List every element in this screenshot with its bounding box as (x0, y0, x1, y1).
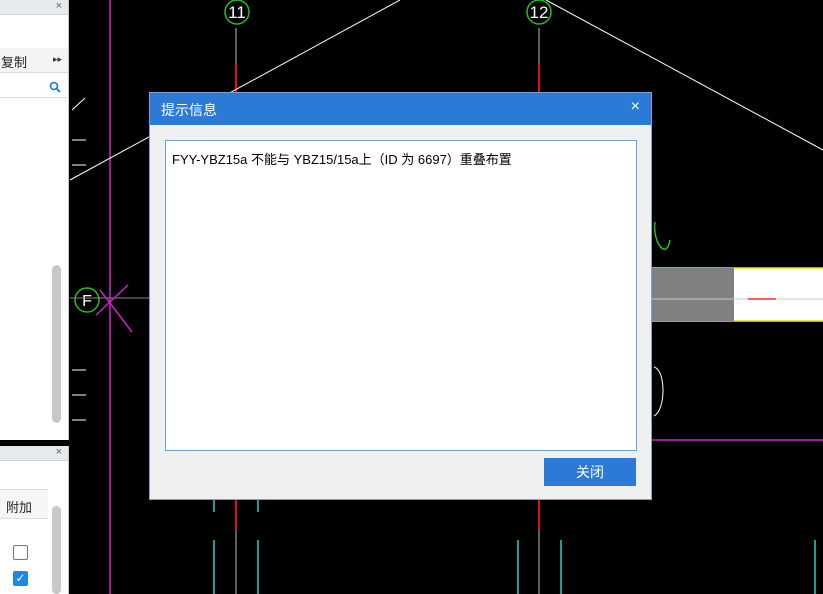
search-input[interactable] (0, 77, 67, 98)
panel-close-icon[interactable]: × (56, 0, 62, 13)
green-curve (653, 221, 671, 250)
bottom-left-panel: × 附加 ✓ (0, 446, 69, 594)
axis-label-12: 12 (530, 3, 549, 22)
wall-symbol (72, 369, 86, 421)
left-panel: × 复制 ▸▸ (0, 0, 69, 440)
left-panel-toolbar: 复制 ▸▸ (0, 48, 68, 73)
scrollbar-thumb[interactable] (52, 506, 61, 594)
search-icon[interactable] (49, 80, 61, 98)
close-icon[interactable]: × (631, 98, 640, 116)
wall-element[interactable] (651, 267, 823, 322)
column-header-attach: 附加 (0, 489, 48, 519)
bottom-panel-titlebar: × (0, 446, 68, 461)
dialog-title: 提示信息 (161, 102, 217, 118)
magenta-diagonal (95, 284, 129, 316)
message-dialog: 提示信息 × FYY-YBZ15a 不能与 YBZ15/15a上（ID 为 66… (149, 92, 652, 500)
message-textbox[interactable]: FYY-YBZ15a 不能与 YBZ15/15a上（ID 为 6697）重叠布置 (165, 140, 637, 451)
axis-bubble-11: 11 (224, 0, 250, 25)
checkbox-checked[interactable]: ✓ (13, 571, 28, 586)
scrollbar-thumb[interactable] (52, 265, 61, 423)
checkbox-unchecked[interactable] (13, 545, 28, 560)
expand-arrow-icon[interactable]: ▸▸ (53, 54, 62, 65)
message-text: FYY-YBZ15a 不能与 YBZ15/15a上（ID 为 6697）重叠布置 (172, 152, 512, 167)
wall-curve (653, 366, 664, 417)
axis-bubble-f: F (74, 287, 100, 313)
panel-close-icon[interactable]: × (56, 446, 62, 459)
dialog-titlebar[interactable]: 提示信息 × (150, 93, 651, 125)
axis-label-f: F (82, 293, 92, 310)
wall-symbol (71, 97, 86, 166)
column-header-label: 附加 (6, 500, 33, 515)
close-button[interactable]: 关闭 (544, 458, 636, 486)
axis-bubble-12: 12 (526, 0, 552, 25)
copy-label[interactable]: 复制 (1, 52, 27, 71)
axis-label-11: 11 (228, 3, 246, 22)
left-panel-titlebar: × (0, 0, 68, 15)
